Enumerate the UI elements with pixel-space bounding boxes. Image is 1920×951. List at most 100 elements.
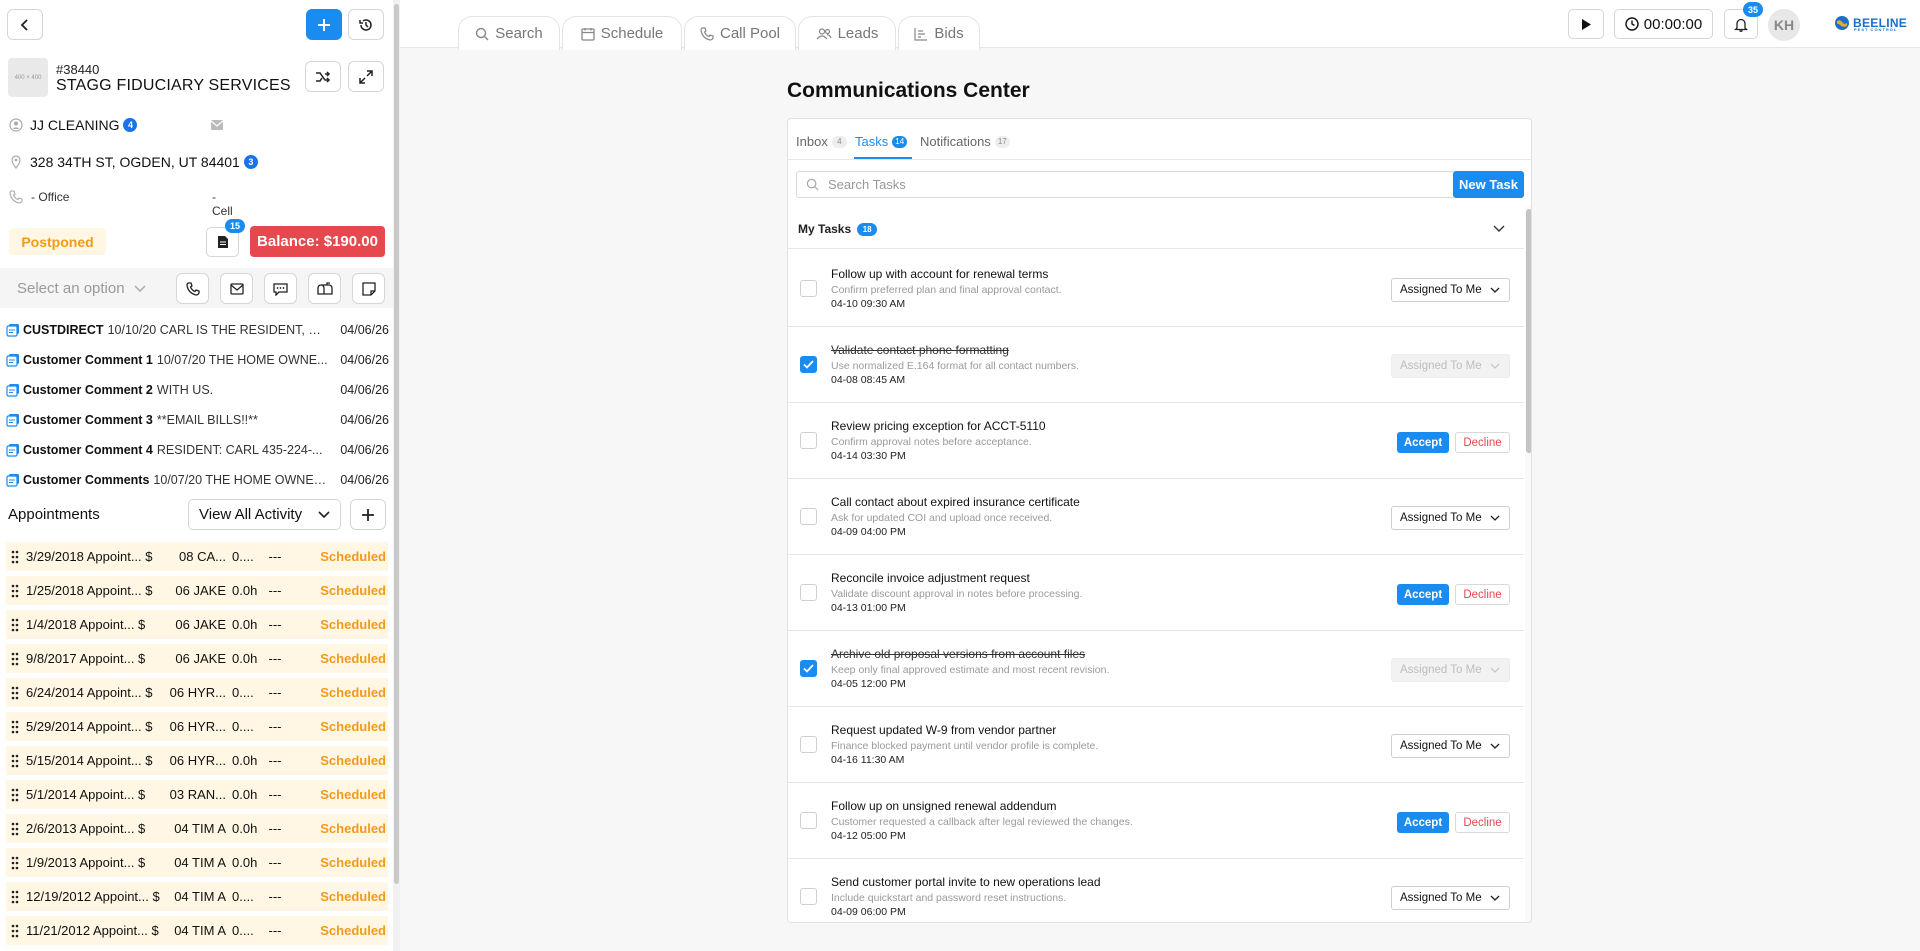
task-row[interactable]: Call contact about expired insurance cer… — [788, 479, 1524, 555]
drag-handle-icon[interactable] — [10, 550, 20, 564]
comment-row[interactable]: Customer Comment 3 **EMAIL BILLS!!** 04/06… — [6, 410, 389, 430]
contact-row[interactable]: JJ CLEANING 4 — [9, 117, 138, 133]
tab-tasks[interactable]: Tasks 14 — [855, 134, 908, 149]
task-row[interactable]: Archive old proposal versions from accou… — [788, 631, 1524, 707]
tab-inbox[interactable]: Inbox 4 — [796, 134, 847, 149]
task-checkbox[interactable] — [800, 888, 817, 905]
task-checkbox[interactable] — [800, 508, 817, 525]
drag-handle-icon[interactable] — [10, 856, 20, 870]
add-button[interactable] — [306, 9, 342, 40]
appointment-row[interactable]: 1/4/2018 Appoint... $ 06 JAKE 0.0h --- Sched… — [6, 610, 388, 639]
drag-handle-icon[interactable] — [10, 584, 20, 598]
back-button[interactable] — [7, 9, 43, 40]
appointment-row[interactable]: 5/29/2014 Appoint... $ 06 HYR... 0.... --- S… — [6, 712, 388, 741]
task-row[interactable]: Send customer portal invite to new opera… — [788, 859, 1524, 922]
nav-tab-schedule[interactable]: Schedule — [562, 16, 682, 50]
nav-tab-leads[interactable]: Leads — [798, 16, 896, 50]
email-button[interactable] — [220, 273, 253, 304]
task-checkbox[interactable] — [800, 736, 817, 753]
drag-handle-icon[interactable] — [10, 924, 20, 938]
chevron-down-icon[interactable] — [1493, 225, 1505, 233]
search-icon — [806, 178, 819, 191]
appointment-row[interactable]: 2/6/2013 Appoint... $ 04 TIM A 0.0h --- Sche… — [6, 814, 388, 843]
phone-office[interactable]: - Office — [31, 190, 69, 204]
appointment-row[interactable]: 1/25/2018 Appoint... $ 06 JAKE 0.0h --- Sche… — [6, 576, 388, 605]
task-checkbox[interactable] — [800, 280, 817, 297]
left-panel-scrollbar[interactable] — [393, 0, 400, 951]
mail-letter-button[interactable] — [308, 273, 341, 304]
play-timer-button[interactable] — [1568, 9, 1604, 39]
drag-handle-icon[interactable] — [10, 822, 20, 836]
address-row[interactable]: 328 34TH ST, OGDEN, UT 84401 3 — [9, 154, 258, 170]
decline-button[interactable]: Decline — [1455, 432, 1510, 453]
decline-button[interactable]: Decline — [1455, 584, 1510, 605]
appointment-row[interactable]: 5/15/2014 Appoint... $ 06 HYR... 0.0h --- Sc… — [6, 746, 388, 775]
add-appointment-button[interactable] — [350, 499, 386, 530]
assigned-dropdown[interactable]: Assigned To Me — [1391, 734, 1510, 758]
task-time: 04-13 01:00 PM — [831, 602, 906, 614]
comment-row[interactable]: Customer Comment 2 WITH US. 04/06/26 — [6, 380, 389, 400]
task-checkbox[interactable] — [800, 584, 817, 601]
phone-cell[interactable]: - Cell — [212, 190, 233, 218]
drag-handle-icon[interactable] — [10, 720, 20, 734]
timer-display[interactable]: 00:00:00 — [1614, 9, 1713, 39]
balance-badge[interactable]: Balance: $190.00 — [250, 226, 385, 257]
assigned-dropdown[interactable]: Assigned To Me — [1391, 506, 1510, 530]
status-badge[interactable]: Postponed — [9, 228, 106, 255]
history-button[interactable] — [348, 9, 384, 40]
task-checkbox[interactable] — [800, 432, 817, 449]
note-button[interactable] — [352, 273, 385, 304]
drag-handle-icon[interactable] — [10, 754, 20, 768]
accept-button[interactable]: Accept — [1397, 584, 1449, 605]
view-all-activity-dropdown[interactable]: View All Activity — [188, 499, 341, 530]
sms-button[interactable] — [264, 273, 297, 304]
avatar[interactable]: KH — [1768, 9, 1800, 41]
task-checkbox[interactable] — [800, 660, 817, 677]
task-row[interactable]: Follow up with account for renewal terms… — [788, 251, 1524, 327]
appointment-row[interactable]: 1/9/2013 Appoint... $ 04 TIM A 0.0h --- Sche… — [6, 848, 388, 877]
drag-handle-icon[interactable] — [10, 788, 20, 802]
merge-button[interactable] — [305, 61, 341, 92]
drag-handle-icon[interactable] — [10, 686, 20, 700]
comment-row[interactable]: Customer Comment 4 RESIDENT: CARL 435-224… — [6, 440, 389, 460]
task-row[interactable]: Review pricing exception for ACCT-5110 Co… — [788, 403, 1524, 479]
assigned-dropdown[interactable]: Assigned To Me — [1391, 278, 1510, 302]
task-row[interactable]: Reconcile invoice adjustment request Vali… — [788, 555, 1524, 631]
drag-handle-icon[interactable] — [10, 652, 20, 666]
action-select[interactable]: Select an option — [17, 280, 146, 297]
search-tasks-input[interactable]: Search Tasks — [796, 171, 1455, 198]
my-tasks-header[interactable]: My Tasks 18 — [788, 209, 1524, 249]
tasks-scrollbar[interactable] — [1525, 207, 1531, 922]
expand-button[interactable] — [348, 61, 384, 92]
appointment-row[interactable]: 9/8/2017 Appoint... $ 06 JAKE 0.0h --- Sched… — [6, 644, 388, 673]
call-button[interactable] — [176, 273, 209, 304]
accept-button[interactable]: Accept — [1397, 812, 1449, 833]
task-row[interactable]: Request updated W-9 from vendor partner F… — [788, 707, 1524, 783]
nav-tab-bids[interactable]: Bids — [898, 16, 980, 50]
nav-tab-search[interactable]: Search — [458, 16, 560, 50]
decline-button[interactable]: Decline — [1455, 812, 1510, 833]
task-row[interactable]: Follow up on unsigned renewal addendum Cu… — [788, 783, 1524, 859]
accept-button[interactable]: Accept — [1397, 432, 1449, 453]
drag-handle-icon[interactable] — [10, 890, 20, 904]
appointment-row[interactable]: 5/1/2014 Appoint... $ 03 RAN... 0.0h --- Sch… — [6, 780, 388, 809]
appointment-row[interactable]: 11/21/2012 Appoint... $ 04 TIM A 0.... --- S… — [6, 916, 388, 945]
task-description: Finance blocked payment until vendor pro… — [831, 740, 1099, 752]
comment-row[interactable]: Customer Comment 1 10/07/20 THE HOME OWNE… — [6, 350, 389, 370]
drag-handle-icon[interactable] — [10, 618, 20, 632]
mail-icon[interactable] — [210, 119, 224, 131]
task-checkbox[interactable] — [800, 812, 817, 829]
task-row[interactable]: Validate contact phone formatting Use nor… — [788, 327, 1524, 403]
comment-row[interactable]: CUSTDIRECT 10/10/20 CARL IS THE RESIDENT,… — [6, 320, 389, 340]
new-task-button[interactable]: New Task — [1453, 171, 1524, 198]
plus-icon — [318, 18, 330, 31]
assigned-dropdown[interactable]: Assigned To Me — [1391, 886, 1510, 910]
nav-tab-call-pool[interactable]: Call Pool — [684, 16, 796, 50]
comment-row[interactable]: Customer Comments 10/07/20 THE HOME OWNER… — [6, 470, 389, 490]
appointment-row[interactable]: 6/24/2014 Appoint... $ 06 HYR... 0.... --- S… — [6, 678, 388, 707]
task-checkbox[interactable] — [800, 356, 817, 373]
appointment-row[interactable]: 3/29/2018 Appoint... $ 08 CA... 0.... --- Sc… — [6, 542, 388, 571]
tab-notifications[interactable]: Notifications 17 — [920, 134, 1010, 149]
chevron-down-icon — [1490, 363, 1500, 369]
appointment-row[interactable]: 12/19/2012 Appoint... $ 04 TIM A 0.... --- S… — [6, 882, 388, 911]
